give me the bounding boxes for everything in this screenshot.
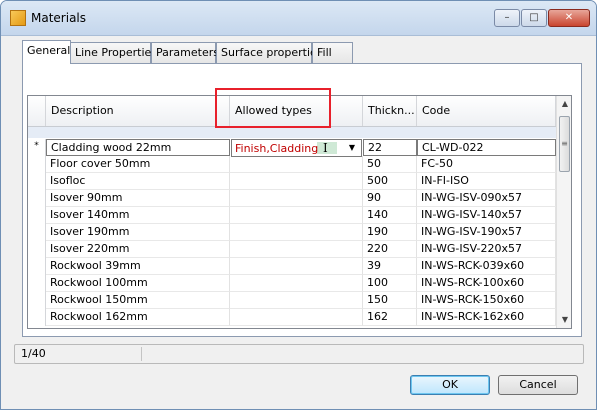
- description-cell[interactable]: Rockwool 162mm: [46, 309, 230, 326]
- row-header[interactable]: [28, 224, 46, 241]
- column-header-code[interactable]: Code: [417, 96, 556, 126]
- materials-window: Materials – □ ✕ General Line Properties …: [0, 0, 597, 410]
- code-cell[interactable]: CL-WD-022: [417, 139, 556, 156]
- status-divider: [141, 347, 142, 361]
- window-title: Materials: [31, 11, 87, 25]
- row-header[interactable]: [28, 258, 46, 275]
- code-cell[interactable]: FC-50: [417, 156, 556, 173]
- row-header[interactable]: [28, 207, 46, 224]
- thickness-cell[interactable]: 22: [363, 139, 417, 156]
- thickness-cell[interactable]: 190: [363, 224, 417, 241]
- row-header[interactable]: [28, 190, 46, 207]
- tab-fill[interactable]: Fill: [312, 42, 353, 63]
- title-bar[interactable]: Materials – □ ✕: [1, 1, 596, 36]
- thickness-cell[interactable]: 162: [363, 309, 417, 326]
- allowed-types-cell[interactable]: [230, 258, 363, 275]
- description-cell[interactable]: Isover 190mm: [46, 224, 230, 241]
- table-row[interactable]: Rockwool 39mm 39 IN-WS-RCK-039x60: [28, 258, 556, 275]
- allowed-types-cell[interactable]: [230, 224, 363, 241]
- scroll-thumb[interactable]: ≡: [559, 116, 570, 172]
- allowed-types-highlight-box: [215, 88, 331, 128]
- tab-line-properties[interactable]: Line Properties: [70, 42, 157, 63]
- code-cell[interactable]: IN-WS-RCK-100x60: [417, 275, 556, 292]
- table-row[interactable]: Rockwool 150mm 150 IN-WS-RCK-150x60: [28, 292, 556, 309]
- description-cell[interactable]: Floor cover 50mm: [46, 156, 230, 173]
- table-row[interactable]: Rockwool 162mm 162 IN-WS-RCK-162x60: [28, 309, 556, 326]
- close-button[interactable]: ✕: [548, 9, 590, 27]
- row-header-corner: [28, 96, 46, 126]
- table-row[interactable]: Floor cover 50mm 50 FC-50: [28, 156, 556, 173]
- maximize-button[interactable]: □: [521, 9, 547, 27]
- app-icon: [10, 10, 26, 26]
- thickness-cell[interactable]: 500: [363, 173, 417, 190]
- thickness-cell[interactable]: 100: [363, 275, 417, 292]
- scroll-up-arrow-icon[interactable]: ▲: [557, 96, 571, 112]
- table-row[interactable]: * Cladding wood 22mm Finish,Cladding I ▼ 22 CL…: [28, 139, 556, 157]
- row-header[interactable]: [28, 309, 46, 326]
- status-bar: 1/40: [14, 344, 584, 364]
- code-cell[interactable]: IN-WG-ISV-220x57: [417, 241, 556, 258]
- allowed-types-cell[interactable]: [230, 173, 363, 190]
- allowed-types-cell[interactable]: [230, 207, 363, 224]
- allowed-types-cell[interactable]: [230, 275, 363, 292]
- thickness-cell[interactable]: 140: [363, 207, 417, 224]
- row-header[interactable]: [28, 156, 46, 173]
- row-header[interactable]: [28, 292, 46, 309]
- table-row[interactable]: Isover 90mm 90 IN-WG-ISV-090x57: [28, 190, 556, 207]
- table-row[interactable]: Isover 140mm 140 IN-WG-ISV-140x57: [28, 207, 556, 224]
- description-cell[interactable]: Isover 140mm: [46, 207, 230, 224]
- minimize-button[interactable]: –: [494, 9, 520, 27]
- table-row[interactable]: Isover 220mm 220 IN-WG-ISV-220x57: [28, 241, 556, 258]
- description-cell[interactable]: Isover 220mm: [46, 241, 230, 258]
- code-cell[interactable]: IN-WG-ISV-090x57: [417, 190, 556, 207]
- scroll-down-arrow-icon[interactable]: ▼: [557, 312, 571, 328]
- table-row[interactable]: Rockwool 100mm 100 IN-WS-RCK-100x60: [28, 275, 556, 292]
- thickness-cell[interactable]: 150: [363, 292, 417, 309]
- allowed-types-cell[interactable]: [230, 156, 363, 173]
- column-header-description[interactable]: Description: [46, 96, 230, 126]
- row-header[interactable]: [28, 241, 46, 258]
- code-cell[interactable]: IN-WG-ISV-190x57: [417, 224, 556, 241]
- code-cell[interactable]: IN-WS-RCK-162x60: [417, 309, 556, 326]
- ok-button[interactable]: OK: [410, 375, 490, 395]
- cancel-button[interactable]: Cancel: [498, 375, 578, 395]
- allowed-types-cell[interactable]: [230, 190, 363, 207]
- thickness-cell[interactable]: 50: [363, 156, 417, 173]
- thickness-cell[interactable]: 220: [363, 241, 417, 258]
- allowed-types-cell[interactable]: [230, 292, 363, 309]
- tab-general[interactable]: General: [22, 40, 71, 64]
- code-cell[interactable]: IN-WS-RCK-150x60: [417, 292, 556, 309]
- row-header[interactable]: [28, 173, 46, 190]
- table-row[interactable]: Isofloc 500 IN-FI-ISO: [28, 173, 556, 190]
- thickness-cell[interactable]: 90: [363, 190, 417, 207]
- description-cell[interactable]: Cladding wood 22mm: [46, 139, 230, 156]
- row-header[interactable]: [28, 275, 46, 292]
- description-cell[interactable]: Rockwool 150mm: [46, 292, 230, 309]
- filter-row[interactable]: [28, 127, 556, 138]
- code-cell[interactable]: IN-WS-RCK-039x60: [417, 258, 556, 275]
- record-counter: 1/40: [21, 347, 46, 360]
- dropdown-arrow-icon[interactable]: ▼: [345, 140, 359, 156]
- code-cell[interactable]: IN-WG-ISV-140x57: [417, 207, 556, 224]
- thickness-cell[interactable]: 39: [363, 258, 417, 275]
- description-cell[interactable]: Isofloc: [46, 173, 230, 190]
- allowed-types-dropdown[interactable]: Finish,Cladding I ▼: [231, 139, 362, 157]
- allowed-types-value[interactable]: Finish,Cladding: [235, 141, 318, 156]
- current-row-marker[interactable]: *: [28, 139, 46, 156]
- vertical-scrollbar[interactable]: ▲ ≡ ▼: [556, 96, 571, 328]
- materials-grid[interactable]: Description Allowed types Thickn... Code…: [27, 95, 572, 329]
- tab-parameters[interactable]: Parameters: [151, 42, 219, 63]
- allowed-types-cell[interactable]: [230, 241, 363, 258]
- description-cell[interactable]: Rockwool 100mm: [46, 275, 230, 292]
- tab-surface-properties[interactable]: Surface properties: [216, 42, 323, 63]
- code-cell[interactable]: IN-FI-ISO: [417, 173, 556, 190]
- text-cursor-icon: I: [323, 141, 328, 155]
- table-row[interactable]: Isover 190mm 190 IN-WG-ISV-190x57: [28, 224, 556, 241]
- description-cell[interactable]: Isover 90mm: [46, 190, 230, 207]
- allowed-types-cell[interactable]: [230, 309, 363, 326]
- column-header-thickness[interactable]: Thickn...: [363, 96, 417, 126]
- description-cell[interactable]: Rockwool 39mm: [46, 258, 230, 275]
